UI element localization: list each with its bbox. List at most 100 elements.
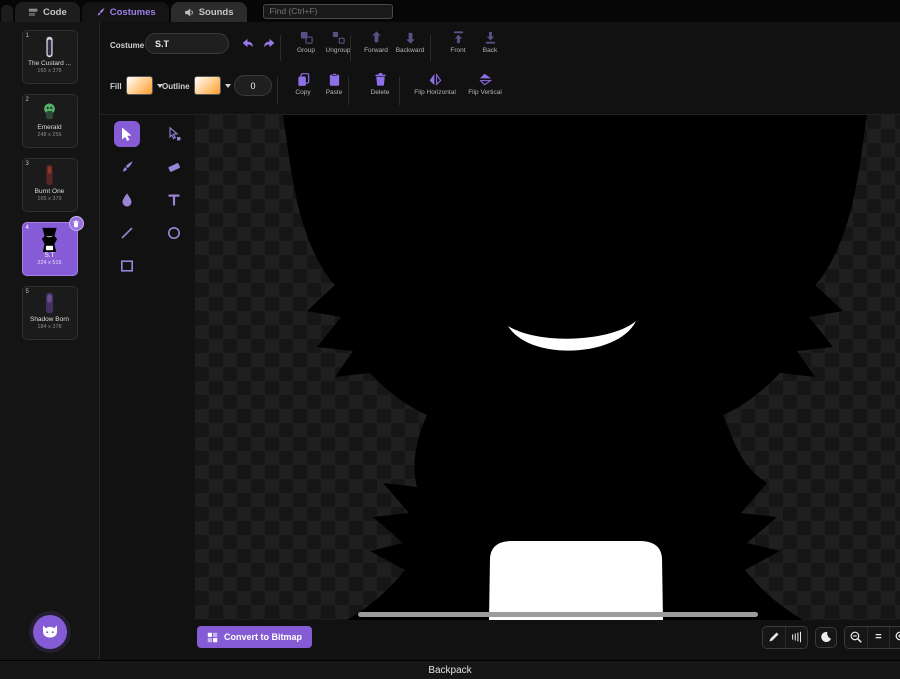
add-costume-button[interactable] bbox=[32, 615, 67, 649]
layer-forward-icon bbox=[371, 31, 381, 43]
costume-thumbnail bbox=[45, 292, 54, 314]
line-width-icon bbox=[791, 631, 801, 643]
bottom-white-shape bbox=[489, 541, 663, 620]
tab-code[interactable]: Code bbox=[15, 2, 80, 22]
costume-artwork bbox=[283, 115, 867, 620]
fill-color-swatch[interactable] bbox=[126, 76, 153, 95]
tool-brush[interactable] bbox=[114, 154, 140, 180]
reshape-pointer-icon bbox=[169, 126, 181, 141]
costume-number: 1 bbox=[25, 33, 29, 39]
find-input[interactable] bbox=[262, 3, 393, 19]
front-label: Front bbox=[450, 47, 466, 54]
ungroup-label: Ungroup bbox=[325, 47, 351, 54]
costume-list-panel: 1 The Custard ... 165 x 378 2 Emerald 24… bbox=[0, 22, 100, 660]
backpack-bar[interactable]: Backpack bbox=[0, 660, 900, 679]
costume-size: 224 x 515 bbox=[37, 260, 62, 267]
rectangle-icon bbox=[120, 260, 133, 272]
code-blocks-icon bbox=[28, 8, 38, 16]
pen-mode-button[interactable] bbox=[763, 626, 785, 648]
forward-label: Forward bbox=[364, 47, 388, 54]
paint-editor-app: Code Costumes Sounds 1 bbox=[0, 0, 900, 679]
canvas-horizontal-scrollbar[interactable] bbox=[358, 612, 758, 617]
toolbar-divider bbox=[399, 77, 400, 105]
outline-color-swatch[interactable] bbox=[194, 76, 221, 95]
tool-rectangle[interactable] bbox=[114, 253, 140, 279]
costume-list: 1 The Custard ... 165 x 378 2 Emerald 24… bbox=[0, 22, 99, 340]
costumes-brush-icon bbox=[97, 7, 105, 15]
paste-icon bbox=[329, 73, 339, 86]
paint-canvas[interactable] bbox=[195, 115, 900, 620]
tool-circle[interactable] bbox=[161, 220, 187, 246]
line-width-button[interactable] bbox=[785, 626, 807, 648]
backpack-label: Backpack bbox=[428, 664, 472, 676]
tab-sounds[interactable]: Sounds bbox=[170, 2, 247, 22]
paste-button[interactable]: Paste bbox=[312, 72, 356, 96]
line-icon bbox=[121, 227, 133, 239]
flip-vertical-button[interactable]: Flip Vertical bbox=[456, 72, 514, 96]
costume-thumbnail bbox=[46, 164, 53, 186]
tool-fill[interactable] bbox=[114, 187, 140, 213]
convert-to-bitmap-button[interactable]: Convert to Bitmap bbox=[197, 626, 313, 648]
paint-mode-group bbox=[762, 625, 808, 649]
costume-item-5[interactable]: 5 Shadow Born 184 x 378 bbox=[21, 286, 78, 340]
toolbar-divider bbox=[348, 77, 349, 105]
zoom-out-button[interactable] bbox=[845, 626, 867, 648]
group-label: Group bbox=[296, 47, 316, 54]
layer-back-icon bbox=[485, 31, 495, 44]
zoom-controls: = bbox=[844, 625, 900, 649]
toolbar-divider bbox=[277, 77, 278, 105]
delete-button[interactable]: Delete bbox=[358, 72, 402, 96]
toolbar-divider bbox=[430, 35, 431, 61]
moon-icon bbox=[821, 631, 832, 642]
outline-caret-icon[interactable] bbox=[225, 84, 231, 88]
backward-button[interactable]: Backward bbox=[388, 30, 432, 54]
zoom-reset-button[interactable]: = bbox=[867, 626, 889, 648]
costume-item-1[interactable]: 1 The Custard ... 165 x 378 bbox=[21, 30, 78, 84]
fill-bucket-icon bbox=[122, 193, 132, 207]
bitmap-grid-icon bbox=[207, 632, 218, 642]
outline-width-input[interactable] bbox=[234, 75, 272, 96]
tool-text[interactable] bbox=[161, 187, 187, 213]
tool-line[interactable] bbox=[114, 220, 140, 246]
costume-size: 165 x 378 bbox=[37, 68, 62, 75]
copy-label: Copy bbox=[295, 89, 311, 96]
tool-eraser[interactable] bbox=[161, 154, 187, 180]
redo-icon bbox=[263, 38, 274, 47]
delete-costume-badge[interactable] bbox=[68, 216, 84, 231]
costume-thumbnail bbox=[41, 227, 58, 252]
costume-name-input[interactable] bbox=[145, 33, 229, 54]
backward-label: Backward bbox=[395, 47, 425, 54]
zoom-reset-label: = bbox=[875, 631, 882, 643]
canvas-footer: Convert to Bitmap = bbox=[195, 620, 900, 660]
paint-toolbar: Costume S.T Group Ungroup Forward Backwa… bbox=[100, 22, 900, 115]
tab-code-label: Code bbox=[43, 6, 67, 18]
back-button[interactable]: Back bbox=[468, 30, 512, 54]
back-label: Back bbox=[482, 47, 498, 54]
tool-reshape[interactable] bbox=[161, 121, 187, 147]
zoom-out-icon bbox=[850, 631, 862, 643]
toolbar-row-1: Costume S.T Group Ungroup Forward Backwa… bbox=[100, 28, 900, 68]
redo-button[interactable] bbox=[258, 32, 280, 54]
tab-costumes[interactable]: Costumes bbox=[81, 2, 169, 22]
costume-item-3[interactable]: 3 Burnt One 165 x 379 bbox=[21, 158, 78, 212]
trash-icon bbox=[73, 220, 79, 227]
tab-costumes-label: Costumes bbox=[109, 6, 156, 18]
costume-size: 165 x 379 bbox=[37, 196, 62, 203]
theme-toggle-button[interactable] bbox=[815, 626, 837, 648]
costume-number: 2 bbox=[25, 97, 29, 103]
zoom-in-button[interactable] bbox=[889, 626, 900, 648]
eraser-icon bbox=[168, 163, 180, 172]
copy-icon bbox=[297, 73, 309, 86]
undo-button[interactable] bbox=[236, 32, 258, 54]
tool-select[interactable] bbox=[114, 121, 140, 147]
costume-item-4-selected[interactable]: 4 S.T 224 x 515 bbox=[21, 216, 84, 276]
costume-thumbnail bbox=[46, 36, 53, 58]
sounds-speaker-icon bbox=[184, 8, 193, 16]
costume-item-2[interactable]: 2 Emerald 248 x 256 bbox=[21, 94, 78, 148]
flip-horizontal-label: Flip Horizontal bbox=[414, 89, 456, 96]
group-icon bbox=[300, 31, 313, 44]
layer-front-icon bbox=[453, 31, 463, 44]
costume-size: 248 x 256 bbox=[37, 132, 62, 139]
zoom-in-icon bbox=[895, 631, 900, 641]
flip-horizontal-icon bbox=[429, 72, 441, 86]
